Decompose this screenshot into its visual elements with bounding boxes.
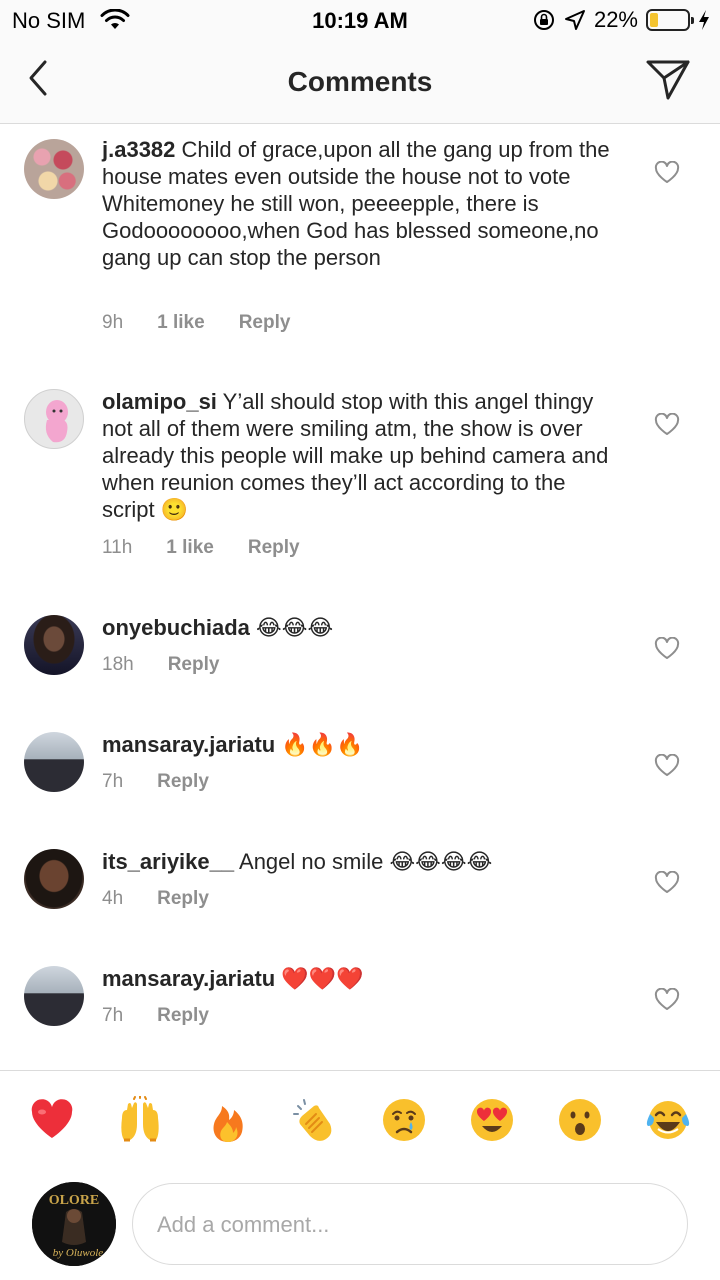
comment-meta: 11h 1 like Reply <box>102 537 334 559</box>
svg-text:OLORE: OLORE <box>49 1193 100 1208</box>
comment-username[interactable]: its_ariyike__ <box>102 849 234 874</box>
comment-meta: 4h Reply <box>102 888 243 910</box>
like-heart-icon[interactable] <box>654 871 680 895</box>
my-avatar[interactable]: OLORE by Oluwole <box>32 1182 116 1266</box>
comment-text: mansaray.jariatu ❤️❤️❤️ <box>102 965 622 993</box>
location-arrow-icon <box>564 10 585 30</box>
page-title: Comments <box>287 66 433 97</box>
comment-username[interactable]: olamipo_si <box>102 389 217 414</box>
comment-meta: 7h Reply <box>102 1005 243 1027</box>
comment-emoji: 🔥🔥🔥 <box>281 733 364 758</box>
avatar[interactable] <box>24 732 84 792</box>
reply-button[interactable]: Reply <box>248 537 300 559</box>
reply-button[interactable]: Reply <box>239 312 291 334</box>
comment-text: onyebuchiada 😂😂😂 <box>102 614 622 642</box>
comment-time: 7h <box>102 771 124 792</box>
like-heart-icon[interactable] <box>654 413 680 437</box>
comment-text: olamipo_si Y’all should stop with this a… <box>102 388 622 524</box>
tears-of-joy-emoji-icon[interactable] <box>644 1096 692 1144</box>
like-heart-icon[interactable] <box>654 637 680 661</box>
comment-time: 11h <box>102 537 133 558</box>
like-heart-icon[interactable] <box>654 161 680 185</box>
clapping-hands-emoji-icon[interactable] <box>292 1096 340 1144</box>
heart-eyes-emoji-icon[interactable] <box>468 1096 516 1144</box>
comment-text: its_ariyike__ Angel no smile 😂😂😂😂 <box>102 848 622 876</box>
comment-message: Child of grace,upon all the gang up from… <box>102 137 610 270</box>
reply-button[interactable]: Reply <box>157 1005 209 1027</box>
comment-emoji: ❤️❤️❤️ <box>281 967 364 992</box>
orientation-lock-icon <box>533 10 554 30</box>
comment-username[interactable]: onyebuchiada <box>102 615 250 640</box>
comment-meta: 9h 1 like Reply <box>102 312 324 334</box>
avatar[interactable] <box>24 139 84 199</box>
comment-username[interactable]: j.a3382 <box>102 137 175 162</box>
comment-username[interactable]: mansaray.jariatu <box>102 732 275 757</box>
quick-reactions-bar <box>0 1090 720 1154</box>
comment-meta: 18h Reply <box>102 654 253 676</box>
avatar-illustration <box>45 400 68 443</box>
comment-time: 7h <box>102 1005 124 1026</box>
reply-button[interactable]: Reply <box>168 654 220 676</box>
comment-time: 9h <box>102 312 124 333</box>
like-heart-icon[interactable] <box>654 988 680 1012</box>
reaction-bar-divider <box>0 1070 720 1071</box>
battery-icon <box>646 9 694 31</box>
comment-text: mansaray.jariatu 🔥🔥🔥 <box>102 731 622 759</box>
comment-time: 4h <box>102 888 124 909</box>
comment-message: Angel no smile <box>239 849 384 874</box>
like-heart-icon[interactable] <box>654 754 680 778</box>
crying-face-emoji-icon[interactable] <box>380 1096 428 1144</box>
avatar[interactable] <box>24 389 84 449</box>
avatar-artwork: OLORE by Oluwole <box>32 1182 116 1266</box>
avatar[interactable] <box>24 849 84 909</box>
comment-username[interactable]: mansaray.jariatu <box>102 966 275 991</box>
reply-button[interactable]: Reply <box>157 888 209 910</box>
astonished-face-emoji-icon[interactable] <box>556 1096 604 1144</box>
comment-emoji: 😂😂😂😂 <box>389 850 493 875</box>
comment-text: j.a3382 Child of grace,upon all the gang… <box>102 136 622 271</box>
comment-meta: 7h Reply <box>102 771 243 793</box>
battery-percent: 22% <box>593 7 638 32</box>
fire-emoji-icon[interactable] <box>204 1096 252 1144</box>
comment-input-placeholder: Add a comment... <box>157 1212 330 1237</box>
raising-hands-emoji-icon[interactable] <box>116 1096 164 1144</box>
avatar[interactable] <box>24 966 84 1026</box>
comment-input[interactable]: Add a comment... <box>132 1183 688 1265</box>
avatar[interactable] <box>24 615 84 675</box>
red-heart-emoji-icon[interactable] <box>28 1096 76 1144</box>
send-icon[interactable] <box>644 56 692 102</box>
comment-like-count[interactable]: 1 like <box>157 312 205 334</box>
status-bar: No SIM 10:19 AM 22% <box>0 0 720 40</box>
comment-emoji: 🙂 <box>160 498 189 523</box>
comment-emoji: 😂😂😂 <box>256 616 334 641</box>
charging-bolt-icon <box>699 10 709 30</box>
reply-button[interactable]: Reply <box>157 771 209 793</box>
comment-like-count[interactable]: 1 like <box>166 537 214 559</box>
nav-bar: Comments <box>0 40 720 124</box>
comment-time: 18h <box>102 654 134 675</box>
svg-text:by Oluwole: by Oluwole <box>53 1247 104 1259</box>
